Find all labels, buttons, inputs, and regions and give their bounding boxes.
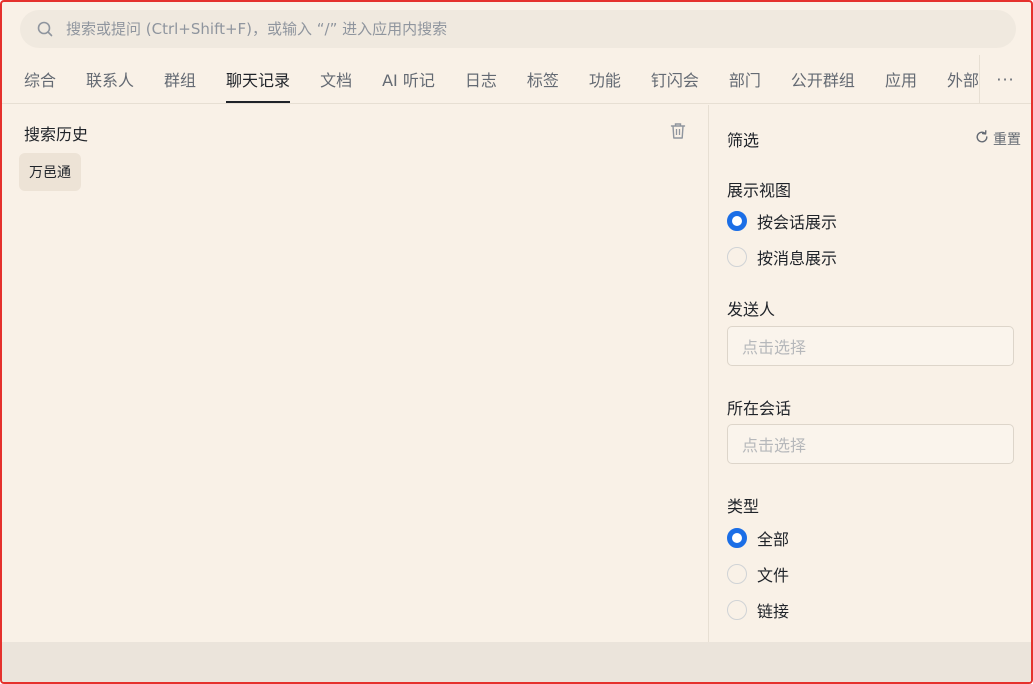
radio-type-all[interactable]: 全部 [727, 526, 789, 550]
radio-type-file[interactable]: 文件 [727, 562, 789, 586]
radio-label: 全部 [757, 530, 790, 549]
radio-unchecked-icon [727, 564, 747, 584]
radio-checked-icon [727, 528, 747, 548]
conversation-label: 所在会话 [727, 399, 792, 418]
tab-public-groups[interactable]: 公开群组 [791, 55, 855, 103]
search-history-title: 搜索历史 [24, 125, 89, 144]
tab-documents[interactable]: 文档 [320, 55, 352, 103]
tab-flash-meeting[interactable]: 钉闪会 [651, 55, 699, 103]
radio-label: 文件 [757, 566, 790, 585]
search-bar[interactable] [20, 10, 1016, 48]
refresh-icon [975, 130, 993, 148]
type-label: 类型 [727, 497, 760, 516]
sender-label: 发送人 [727, 300, 776, 319]
tab-ai-notes[interactable]: AI 听记 [382, 55, 435, 103]
tab-chat-history[interactable]: 聊天记录 [226, 55, 291, 103]
radio-by-conversation[interactable]: 按会话展示 [727, 209, 837, 233]
search-bar-container [20, 10, 1016, 48]
filter-title: 筛选 [727, 131, 760, 150]
tab-departments[interactable]: 部门 [729, 55, 761, 103]
sender-select[interactable]: 点击选择 [727, 326, 1014, 366]
category-tabs: 综合 联系人 群组 聊天记录 文档 AI 听记 日志 标签 功能 钉闪会 部门 … [2, 55, 1031, 104]
radio-type-link[interactable]: 链接 [727, 598, 789, 622]
radio-unchecked-icon [727, 600, 747, 620]
radio-label: 按会话展示 [757, 213, 838, 232]
search-history-panel: 搜索历史 万邑通 [2, 105, 708, 642]
tab-groups[interactable]: 群组 [164, 55, 196, 103]
radio-label: 链接 [757, 602, 790, 621]
tab-features[interactable]: 功能 [589, 55, 621, 103]
tab-综合[interactable]: 综合 [24, 55, 56, 103]
filter-panel: 筛选 重置 展示视图 按会话展示 按消息展示 发送人 点击选择 所在会话 点击选… [709, 105, 1031, 642]
tab-apps[interactable]: 应用 [885, 55, 917, 103]
radio-label: 按消息展示 [757, 249, 838, 268]
more-tabs-button[interactable]: ··· [979, 55, 1031, 103]
search-icon [36, 20, 54, 38]
bottom-bar [2, 642, 1031, 682]
view-mode-label: 展示视图 [727, 181, 792, 200]
search-history-item[interactable]: 万邑通 [19, 153, 81, 191]
reset-button[interactable]: 重置 [975, 129, 1021, 149]
radio-by-message[interactable]: 按消息展示 [727, 245, 837, 269]
search-input[interactable] [66, 20, 1016, 38]
tab-logs[interactable]: 日志 [465, 55, 497, 103]
app-window: 综合 联系人 群组 聊天记录 文档 AI 听记 日志 标签 功能 钉闪会 部门 … [0, 0, 1033, 684]
trash-icon[interactable] [670, 122, 686, 140]
tab-tags[interactable]: 标签 [527, 55, 559, 103]
tab-contacts[interactable]: 联系人 [86, 55, 134, 103]
tab-external[interactable]: 外部 [947, 55, 979, 103]
radio-unchecked-icon [727, 247, 747, 267]
reset-label: 重置 [993, 132, 1021, 148]
conversation-select[interactable]: 点击选择 [727, 424, 1014, 464]
radio-checked-icon [727, 211, 747, 231]
